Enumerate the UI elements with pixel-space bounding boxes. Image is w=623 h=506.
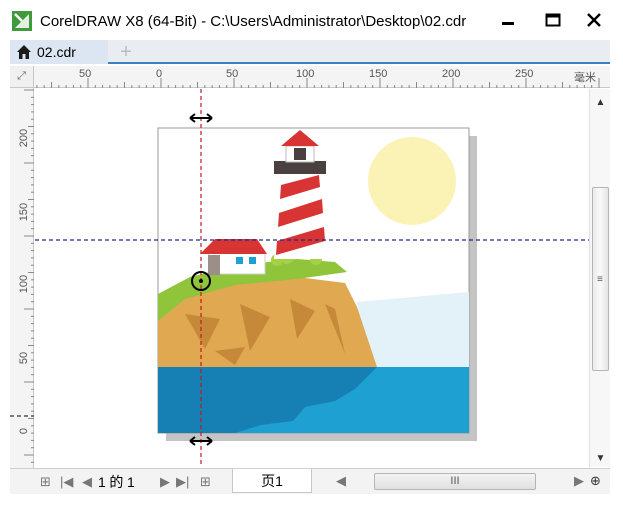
h-tick-label: 200 — [442, 68, 461, 80]
rotation-center-dot — [199, 279, 203, 283]
arrow-up-icon: ▲ — [595, 96, 606, 108]
scroll-grip: III — [450, 475, 460, 487]
h-tick-label: 250 — [515, 68, 534, 80]
arrow-left-icon: ◀ — [336, 473, 346, 488]
last-page-button[interactable]: ▶| — [176, 473, 189, 491]
lighthouse-gallery — [274, 161, 326, 174]
current-page: 1 — [98, 474, 106, 490]
h-tick-label: 0 — [156, 68, 163, 80]
scroll-down-button[interactable]: ▼ — [590, 449, 611, 467]
add-tab-button[interactable]: + — [114, 40, 138, 64]
house-window — [249, 257, 256, 264]
maximize-icon — [545, 13, 561, 27]
distant-water — [357, 292, 469, 367]
minimize-button[interactable] — [493, 6, 523, 34]
house-door — [208, 255, 220, 275]
next-page-button[interactable]: ▶ — [160, 473, 170, 491]
v-tick-label: 0 — [18, 427, 30, 435]
v-tick-label: 50 — [18, 351, 30, 365]
close-button[interactable] — [579, 6, 609, 34]
horizontal-scroll-thumb[interactable]: III — [374, 473, 536, 490]
document-tab-bar: 02.cdr + — [10, 40, 610, 64]
ruler-unit-label: 毫米 — [574, 72, 596, 84]
drawing-canvas[interactable] — [35, 89, 589, 467]
h-tick-label: 100 — [296, 68, 315, 80]
sun — [368, 137, 456, 225]
first-page-button[interactable]: |◀ — [60, 473, 73, 491]
coreldraw-app-icon — [12, 11, 32, 31]
zoom-navigator-button[interactable]: ⊕ — [590, 473, 601, 489]
page-navigator-bar: ⊞ |◀ ◀ 1 的 1 ▶ ▶| ⊞ 页1 ◀ III ▶ ⊕ — [10, 468, 610, 494]
arrow-down-icon: ▼ — [595, 452, 606, 464]
v-tick-label: 200 — [18, 128, 30, 148]
add-page-icon: ⊞ — [200, 474, 211, 489]
add-page-before-button[interactable]: ⊞ — [40, 473, 51, 491]
window-title: CorelDRAW X8 (64-Bit) - C:\Users\Adminis… — [40, 13, 467, 30]
plus-icon: + — [120, 40, 132, 63]
next-page-icon: ▶ — [160, 474, 170, 489]
last-page-icon: ▶| — [176, 474, 190, 489]
total-pages: 1 — [127, 474, 135, 490]
ruler-origin-corner[interactable]: ⤢ — [10, 66, 34, 88]
page-tab-1[interactable]: 页1 — [232, 469, 312, 493]
home-icon — [17, 45, 31, 59]
document-tab-02-cdr[interactable]: 02.cdr — [10, 40, 108, 64]
vertical-ruler[interactable]: 200 150 100 50 0 — [10, 88, 34, 468]
h-tick-label: 150 — [369, 68, 388, 80]
vertical-scroll-thumb[interactable]: ≡ — [592, 187, 609, 371]
page-tab-label: 页1 — [261, 472, 283, 489]
close-icon — [587, 13, 601, 27]
maximize-button[interactable] — [538, 6, 568, 34]
previous-page-icon: ◀ — [82, 474, 92, 489]
title-bar: CorelDRAW X8 (64-Bit) - C:\Users\Adminis… — [0, 0, 623, 40]
scroll-grip: ≡ — [597, 274, 603, 285]
ruler-origin-icon: ⤢ — [17, 70, 26, 82]
page-of-label: 的 — [109, 474, 124, 490]
add-page-after-button[interactable]: ⊞ — [200, 473, 211, 491]
scroll-up-button[interactable]: ▲ — [590, 93, 611, 111]
v-tick-label: 150 — [18, 202, 30, 222]
scroll-right-button[interactable]: ▶ — [574, 472, 584, 490]
h-tick-label: 50 — [226, 68, 239, 80]
add-page-icon: ⊞ — [40, 474, 51, 489]
previous-page-button[interactable]: ◀ — [82, 473, 92, 491]
vertical-scrollbar[interactable]: ▲ ≡ ▼ — [589, 89, 610, 467]
scroll-left-button[interactable]: ◀ — [336, 472, 346, 490]
first-page-icon: |◀ — [60, 474, 74, 489]
document-tab-label: 02.cdr — [37, 44, 76, 60]
horizontal-ruler[interactable]: 50 0 50 100 150 200 250 毫米 — [10, 66, 610, 88]
artwork — [35, 89, 589, 467]
h-tick-label: 50 — [79, 68, 92, 80]
minimize-icon — [502, 22, 514, 25]
arrow-right-icon: ▶ — [574, 473, 584, 488]
magnifier-icon: ⊕ — [590, 473, 601, 488]
v-tick-label: 100 — [18, 274, 30, 294]
horizontal-scrollbar[interactable]: ◀ III ▶ — [332, 472, 584, 491]
house-window — [236, 257, 243, 264]
page-counter: 1 的 1 — [98, 473, 135, 491]
lighthouse-window — [294, 148, 306, 160]
